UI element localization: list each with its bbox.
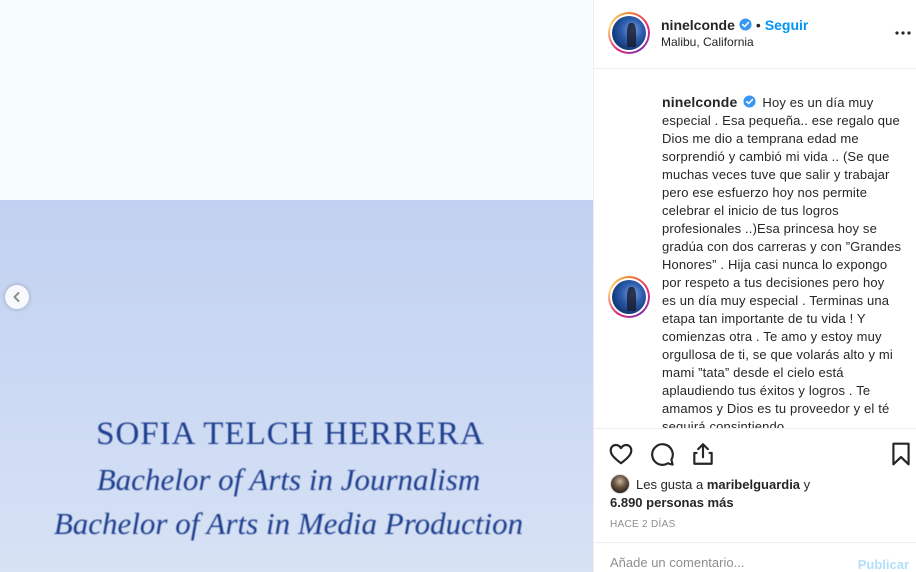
likes-summary: Les gusta a maribelguardia y 6.890 perso… — [610, 474, 910, 512]
likes-conj: y — [803, 477, 811, 492]
verified-icon — [743, 95, 756, 108]
post-side-panel: ninelconde • Seguir Malibu, California ni… — [593, 0, 916, 572]
comment-icon[interactable] — [649, 441, 675, 467]
likes-prefix: Les gusta a — [636, 477, 704, 492]
post-media[interactable]: SOFIA TELCH HERRERA Bachelor of Arts in … — [0, 0, 593, 572]
caption-username[interactable]: ninelconde — [662, 94, 737, 110]
comment-box: Publicar — [594, 542, 916, 572]
chevron-left-icon — [13, 292, 20, 302]
diploma-degree-1: Bachelor of Arts in Journalism — [96, 462, 481, 497]
comment-input[interactable] — [610, 555, 840, 570]
post-header: ninelconde • Seguir Malibu, California — [594, 0, 916, 69]
follow-button[interactable]: Seguir — [765, 17, 809, 33]
diploma-photo: SOFIA TELCH HERRERA Bachelor of Arts in … — [0, 200, 593, 572]
liker-username[interactable]: maribelguardia — [707, 477, 800, 492]
more-icon[interactable] — [893, 23, 913, 43]
diploma-name: SOFIA TELCH HERRERA — [96, 416, 485, 452]
caption-text: Hoy es un día muy especial . Esa pequeña… — [662, 95, 902, 428]
post-caption: ninelconde Hoy es un día muy especial . … — [662, 93, 902, 428]
bookmark-icon[interactable] — [888, 441, 914, 467]
header-username[interactable]: ninelconde — [661, 17, 735, 33]
post-timestamp[interactable]: Hace 2 días — [610, 519, 676, 530]
share-icon[interactable] — [690, 441, 716, 467]
comments-area[interactable]: ninelconde Hoy es un día muy especial . … — [594, 70, 916, 428]
location-link[interactable]: Malibu, California — [661, 35, 754, 49]
separator-dot: • — [755, 17, 761, 33]
header-user-line: ninelconde • Seguir — [661, 17, 808, 35]
media-top-area — [0, 0, 593, 200]
header-avatar[interactable] — [608, 12, 650, 54]
liker-avatar[interactable] — [610, 474, 630, 494]
caption-avatar[interactable] — [608, 276, 650, 318]
post-actions — [594, 428, 916, 474]
heart-icon[interactable] — [608, 441, 634, 467]
likes-count[interactable]: 6.890 personas más — [610, 495, 734, 510]
carousel-prev-button[interactable] — [5, 285, 29, 309]
publish-button[interactable]: Publicar — [858, 557, 909, 572]
diploma-degree-2: Bachelor of Arts in Media Production — [53, 506, 524, 541]
verified-icon — [739, 18, 752, 31]
